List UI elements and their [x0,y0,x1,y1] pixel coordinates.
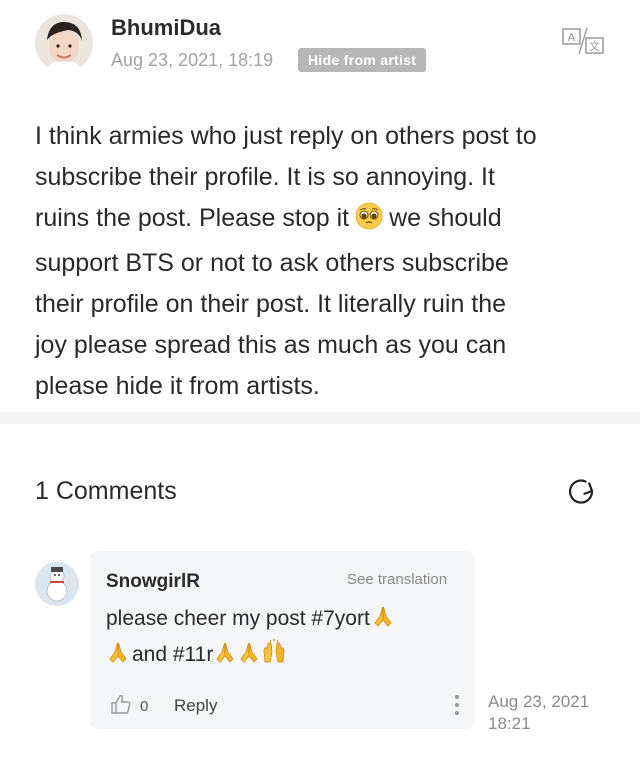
post-line: subscribe their profile. It is so annoyi… [35,163,495,191]
translate-icon[interactable]: A 文 [561,26,605,56]
section-divider [0,412,640,424]
hide-from-artist-badge: Hide from artist [298,48,427,72]
post-header: BhumiDua Aug 23, 2021, 18:19 Hide from a… [0,0,640,90]
folded-hands-icon [213,640,237,674]
comment-author-name[interactable]: SnowgirlR [106,571,200,593]
comment-date-day: Aug 23, 2021 [488,692,590,711]
post-page: BhumiDua Aug 23, 2021, 18:19 Hide from a… [0,0,640,757]
like-count: 0 [140,697,149,715]
post-body: I think armies who just reply on others … [35,116,610,407]
post-line: their profile on their post. It literall… [35,290,507,318]
comment-text: please cheer my post #7yort and #11r [106,603,466,674]
refresh-icon[interactable] [563,474,599,510]
comments-count-title: 1 Comments [35,477,177,505]
post-line-text: we should [389,204,502,232]
svg-text:A: A [568,31,576,44]
post-line-text: ruins the post. Please stop it [35,204,350,232]
svg-text:文: 文 [589,39,600,53]
folded-hands-icon [237,640,261,674]
reply-button[interactable]: Reply [174,696,217,716]
like-button[interactable]: 0 [110,694,148,718]
more-vertical-icon[interactable] [453,691,461,719]
post-line: joy please spread this as much as you ca… [35,331,507,359]
comment-date-time: 18:21 [488,714,531,733]
pleading-face-icon [355,202,383,243]
post-line: I think armies who just reply on others … [35,122,537,150]
comment-line-text: please cheer my post #7yort [106,607,370,630]
post-date: Aug 23, 2021, 18:19 [111,50,274,70]
post-author-name[interactable]: BhumiDua [111,15,221,41]
comment-date: Aug 23, 2021 18:21 [488,691,628,735]
comment-card: SnowgirlR See translation please cheer m… [90,551,475,729]
folded-hands-icon [371,604,395,638]
comment-line-text: and #11r [132,643,214,666]
raising-hands-icon [261,638,287,674]
comment-line: please cheer my post #7yort [106,603,466,638]
post-line: please hide it from artists. [35,372,320,400]
see-translation-link[interactable]: See translation [347,571,447,588]
commenter-avatar[interactable] [35,562,79,606]
comment-line: and #11r [106,638,466,674]
post-line: ruins the post. Please stop it we should [35,198,610,243]
post-line: support BTS or not to ask others subscri… [35,249,509,277]
thumbs-up-icon [110,693,132,720]
author-avatar[interactable] [35,14,93,72]
folded-hands-icon [106,640,130,674]
